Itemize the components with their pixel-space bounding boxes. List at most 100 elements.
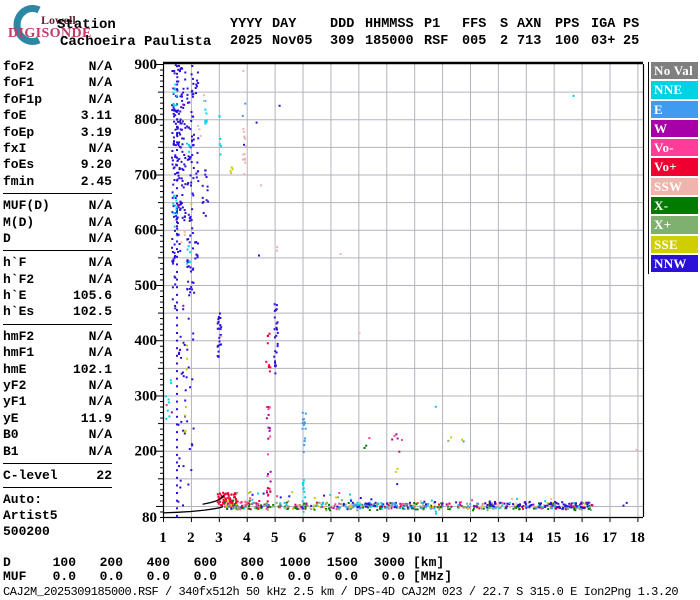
header-col-label: DAY bbox=[272, 17, 297, 32]
param-row-md: M(D) N/A bbox=[3, 215, 112, 231]
legend-item-vo-: Vo- bbox=[651, 139, 698, 157]
param-value: N/A bbox=[88, 427, 112, 443]
param-row-b0: B0 N/A bbox=[3, 427, 112, 443]
muf-value: 0.0 bbox=[146, 569, 170, 584]
param-row-clevel: C-level 22 bbox=[3, 468, 112, 484]
param-value: 9.20 bbox=[80, 157, 112, 173]
header-col-value: 2025 bbox=[230, 34, 263, 49]
param-value: 105.6 bbox=[72, 288, 112, 304]
param-row-fxi: fxI N/A bbox=[3, 141, 112, 157]
param-row-hf: h`F N/A bbox=[3, 255, 112, 271]
header-col-axn: AXN 713 bbox=[517, 17, 542, 49]
param-value: N/A bbox=[88, 443, 112, 459]
svg-text:12: 12 bbox=[462, 530, 477, 546]
distance-value: 600 bbox=[193, 555, 217, 570]
param-label: MUF(D) bbox=[3, 198, 50, 214]
ionogram-screen: 900 800 700 600 500 400 300 200 80 1 2 3 4 5 6 7 8 9 10 11 1… bbox=[0, 0, 700, 600]
param-row-mufd: MUF(D) N/A bbox=[3, 198, 112, 214]
svg-text:400: 400 bbox=[135, 333, 158, 349]
autoscaling-info-line: 500200 bbox=[3, 524, 50, 540]
header-col-label: HHMMSS bbox=[365, 17, 414, 32]
param-row-d: D N/A bbox=[3, 231, 112, 247]
legend-item-nnw: NNW bbox=[651, 254, 698, 273]
header-col-label: AXN bbox=[517, 17, 542, 32]
legend-item-nne: NNE bbox=[651, 81, 698, 99]
legend-item-vo+: Vo+ bbox=[651, 158, 698, 176]
param-value: N/A bbox=[88, 140, 112, 156]
autoscaling-info-line: Auto: bbox=[3, 492, 43, 508]
param-row-hes: h`Es 102.5 bbox=[3, 304, 112, 320]
header-col-label: DDD bbox=[330, 17, 355, 32]
header-col-pps: PPS 100 bbox=[555, 17, 579, 49]
header-col-value: Nov05 bbox=[272, 34, 313, 49]
svg-text:500: 500 bbox=[135, 278, 158, 294]
param-label: B1 bbox=[3, 443, 19, 459]
param-row-yf2: yF2 N/A bbox=[3, 378, 112, 394]
h-trace-lower bbox=[162, 505, 224, 514]
header-col-value: 309 bbox=[330, 34, 355, 49]
header-col-label: P1 bbox=[424, 17, 441, 32]
svg-text:18: 18 bbox=[630, 530, 645, 546]
param-value: N/A bbox=[88, 271, 112, 287]
param-row-fmin: fmin 2.45 bbox=[3, 174, 112, 190]
legend-item-e: E bbox=[651, 100, 698, 118]
svg-text:10: 10 bbox=[407, 530, 422, 546]
param-label: foEp bbox=[3, 124, 35, 140]
svg-text:7: 7 bbox=[327, 530, 335, 546]
param-value: N/A bbox=[88, 59, 112, 74]
param-value: 3.11 bbox=[80, 108, 112, 124]
header-col-day: DAY Nov05 bbox=[272, 17, 313, 49]
svg-text:9: 9 bbox=[383, 530, 391, 546]
muf-value: 0.0 bbox=[381, 569, 405, 584]
param-value: N/A bbox=[88, 255, 112, 271]
param-row-ye: yE 11.9 bbox=[3, 411, 112, 427]
distance-unit: [km] bbox=[413, 555, 445, 570]
status-line: CAJ2M_2025309185000.RSF / 340fx512h 50 k… bbox=[3, 585, 679, 599]
param-label: h`F bbox=[3, 255, 27, 271]
header-col-value: RSF bbox=[424, 34, 449, 49]
param-value: 11.9 bbox=[80, 410, 112, 426]
legend-item-ssw: SSW bbox=[651, 177, 698, 196]
header-col-ffs: FFS 005 bbox=[462, 17, 486, 49]
param-row-fof1: foF1 N/A bbox=[3, 75, 112, 91]
svg-text:13: 13 bbox=[490, 530, 505, 546]
svg-text:11: 11 bbox=[435, 530, 449, 546]
autoscaling-info-line: Artist5 bbox=[3, 508, 58, 524]
panel-divider bbox=[3, 193, 112, 195]
param-row-foes: foEs 9.20 bbox=[3, 157, 112, 173]
param-row-foep: foEp 3.19 bbox=[3, 125, 112, 141]
param-label: foEs bbox=[3, 157, 35, 173]
param-label: D bbox=[3, 230, 11, 246]
svg-text:5: 5 bbox=[271, 530, 279, 546]
header-col-label: PS bbox=[623, 17, 640, 32]
header-col-p1: P1 RSF bbox=[424, 17, 448, 49]
muf-value: 0.0 bbox=[193, 569, 217, 584]
param-row-yf1: yF1 N/A bbox=[3, 394, 112, 410]
param-value: N/A bbox=[88, 75, 112, 91]
param-value: 102.1 bbox=[72, 361, 112, 377]
header-col-value: 25 bbox=[623, 34, 640, 49]
svg-text:1: 1 bbox=[159, 530, 167, 546]
header-col-ps: PS 25 bbox=[623, 17, 640, 49]
param-label: fmin bbox=[3, 173, 35, 189]
distance-value: 3000 bbox=[373, 555, 405, 570]
distance-value: 1500 bbox=[326, 555, 358, 570]
header-col-value: 713 bbox=[517, 34, 542, 49]
param-label: yF1 bbox=[3, 394, 27, 410]
svg-text:16: 16 bbox=[574, 530, 590, 546]
param-row-hme: hmE 102.1 bbox=[3, 362, 112, 378]
svg-text:200: 200 bbox=[135, 444, 158, 460]
svg-text:4: 4 bbox=[243, 530, 251, 546]
param-row-hmf2: hmF2 N/A bbox=[3, 329, 112, 345]
distance-value: 400 bbox=[146, 555, 170, 570]
param-label: h`F2 bbox=[3, 271, 35, 287]
muf-value: 0.0 bbox=[52, 569, 76, 584]
header-col-hhmmss: HHMMSS 185000 bbox=[365, 17, 414, 49]
param-row-hf2: h`F2 N/A bbox=[3, 272, 112, 288]
param-value: N/A bbox=[88, 328, 112, 344]
svg-text:14: 14 bbox=[518, 530, 534, 546]
svg-text:2: 2 bbox=[187, 530, 195, 546]
param-label: foE bbox=[3, 108, 27, 124]
legend-item-x-: X- bbox=[651, 197, 698, 215]
param-value: 102.5 bbox=[72, 304, 112, 320]
